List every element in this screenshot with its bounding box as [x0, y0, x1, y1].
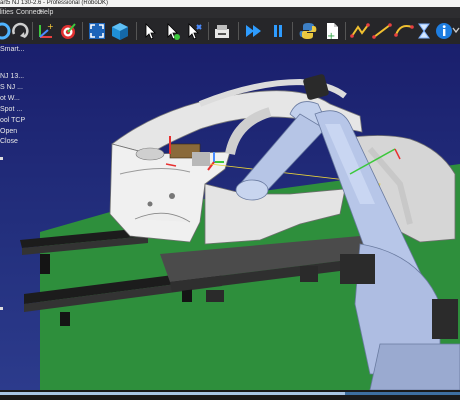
program-icon[interactable]: [212, 21, 232, 41]
station-scene[interactable]: [0, 44, 460, 390]
fixture-base: [206, 290, 224, 302]
tree-marker: [0, 157, 3, 160]
tree-item-spot-gun[interactable]: Spot ...: [0, 106, 22, 113]
window-title: art5 NJ 130-2.6 - Professional (RoboDK): [0, 0, 109, 6]
tree-item-tool-tcp[interactable]: ool TCP: [0, 117, 25, 124]
move-icon[interactable]: [162, 21, 182, 41]
iso-view-icon[interactable]: [110, 21, 130, 41]
pause-icon[interactable]: [268, 21, 288, 41]
redo-icon[interactable]: [10, 21, 30, 41]
linear-move-icon[interactable]: [350, 21, 370, 41]
fit-all-icon[interactable]: [87, 21, 107, 41]
svg-text:+: +: [47, 22, 54, 31]
tree-item-robot[interactable]: NJ 13...: [0, 73, 24, 80]
tree-item-open[interactable]: Open: [0, 128, 17, 135]
title-bar: art5 NJ 130-2.6 - Professional (RoboDK): [0, 0, 460, 7]
circular-move-icon[interactable]: [394, 21, 414, 41]
toolbar-separator: [238, 22, 239, 40]
move-tool-icon[interactable]: [184, 21, 204, 41]
menu-utilities[interactable]: ilities: [0, 7, 14, 18]
joint-move-icon[interactable]: [372, 21, 392, 41]
toolbar-separator: [345, 22, 346, 40]
add-frame-icon[interactable]: +: [36, 21, 56, 41]
info-icon[interactable]: [434, 21, 454, 41]
menu-bar: ilities Connect Help: [0, 7, 460, 18]
simulation-progress: [0, 392, 460, 395]
tree-item-robot-base[interactable]: S NJ ...: [0, 84, 23, 91]
toolbar-separator: [82, 22, 83, 40]
fixture-base: [300, 266, 318, 282]
select-icon[interactable]: [140, 21, 160, 41]
rail-support: [40, 254, 50, 274]
toolbar-separator: [136, 22, 137, 40]
toolbar: + +: [0, 18, 460, 45]
svg-text:+: +: [327, 31, 335, 41]
3d-viewport[interactable]: Smart... NJ 13... S NJ ... ot W... Spot …: [0, 44, 460, 390]
python-icon[interactable]: [298, 21, 318, 41]
toolbar-separator: [208, 22, 209, 40]
tree-marker: [0, 307, 3, 310]
tree-item-station[interactable]: Smart...: [0, 46, 25, 53]
add-file-icon[interactable]: +: [322, 21, 342, 41]
more-icon[interactable]: [452, 21, 460, 41]
tree-item-spot-weld[interactable]: ot W...: [0, 95, 20, 102]
wait-icon[interactable]: [414, 21, 434, 41]
add-target-icon[interactable]: [58, 21, 78, 41]
toolbar-separator: [292, 22, 293, 40]
simulation-progress-fill: [0, 392, 345, 395]
status-bar: [0, 390, 460, 400]
tree-item-close[interactable]: Close: [0, 138, 18, 145]
rail-support: [60, 312, 70, 326]
toolbar-separator: [32, 22, 33, 40]
run-icon[interactable]: [244, 21, 264, 41]
menu-help[interactable]: Help: [39, 7, 53, 18]
